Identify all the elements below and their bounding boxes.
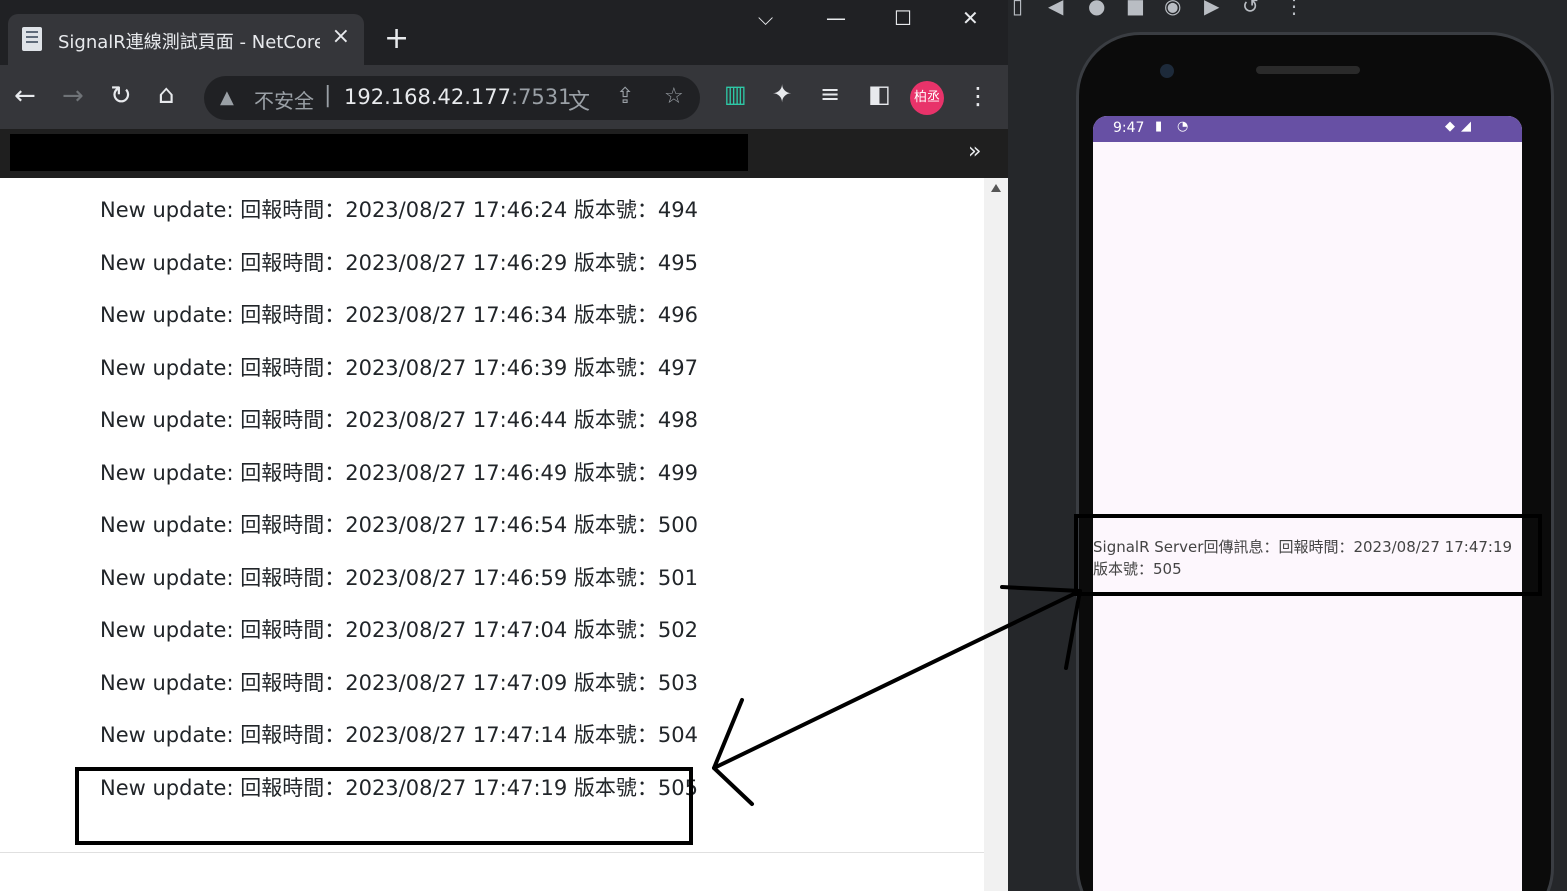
arrow-tick-mark [1064, 589, 1082, 670]
annotation-overlay [75, 514, 1542, 845]
connector-arrow-line [712, 585, 1082, 770]
highlight-box-browser [75, 767, 693, 845]
highlight-box-phone [1074, 514, 1542, 596]
